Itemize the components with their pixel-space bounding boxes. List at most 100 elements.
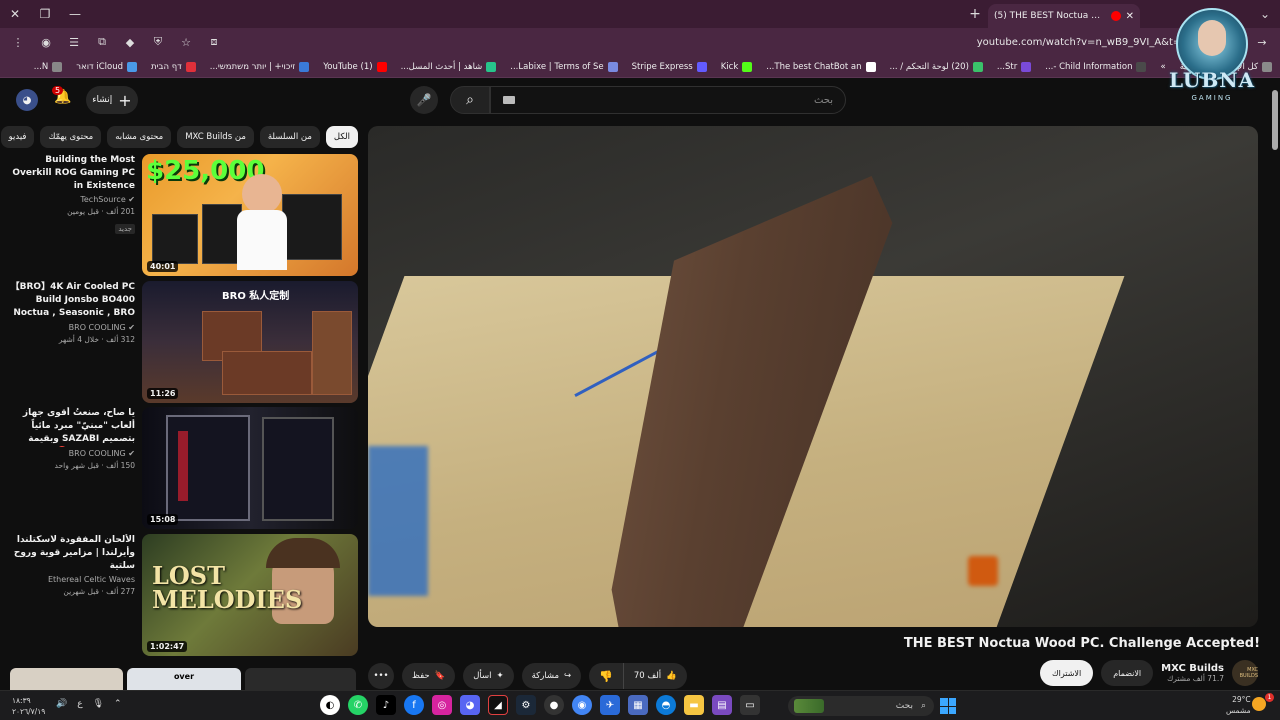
ask-button[interactable]: اسأل ✦ [463, 663, 514, 689]
facebook-icon[interactable]: f [404, 695, 424, 715]
like-button[interactable]: 70 ألف 👍 [622, 663, 687, 689]
whatsapp-icon[interactable]: ✆ [348, 695, 368, 715]
recommendation-item[interactable]: 15:08 يا صاح، صنعتُ أقوى جهاز ألعاب "مبن… [8, 407, 358, 534]
tiktok-icon[interactable]: ♪ [376, 695, 396, 715]
bookmark-item[interactable]: شاهد | أحدث المسل... [401, 61, 497, 72]
discord-icon[interactable]: ◕ [460, 695, 480, 715]
store-icon[interactable]: ▤ [712, 695, 732, 715]
keyboard-icon[interactable] [503, 96, 515, 104]
filter-chip[interactable]: الكل [325, 126, 358, 148]
subscribe-button[interactable]: الاشتراك [1040, 660, 1094, 686]
channel-name[interactable]: MXC Builds [1161, 663, 1224, 674]
video-thumbnail[interactable]: $25,000 40:01 [142, 154, 358, 276]
filter-chip[interactable]: فيديو [0, 126, 35, 148]
video-thumbnail[interactable]: LOST MELODIES 1:02:47 [142, 533, 358, 656]
app-window-icon[interactable]: ▭ [740, 695, 760, 715]
github-icon[interactable]: ◐ [320, 695, 340, 715]
filter-chip[interactable]: محتوى يهمّك [40, 126, 102, 148]
tray-chevron-icon[interactable]: ⌃ [114, 699, 122, 709]
game-launcher-icon[interactable]: ◢ [488, 695, 508, 715]
filter-chip[interactable]: من السلسلة [259, 126, 320, 148]
url-field[interactable]: youtube.com/watch?v=n_wB9_9VI_A&t=23 [232, 37, 1244, 48]
clock[interactable]: ١٨:٣٩ ٢٠٢٦/٧/١٩ [12, 695, 45, 717]
bookmark-item[interactable]: Child Information -... [1045, 61, 1147, 72]
account-avatar[interactable]: ◕ [16, 89, 38, 111]
bookmark-item[interactable]: Str... [997, 61, 1032, 72]
video-title[interactable]: Building the Most Overkill ROG Gaming PC… [8, 154, 135, 193]
bookmark-item[interactable]: Labixe | Terms of Se... [510, 61, 618, 72]
video-thumbnail[interactable] [10, 668, 124, 690]
recommendation-item[interactable]: LOST MELODIES 1:02:47 الألحان المفقودة ل… [8, 533, 358, 661]
join-button[interactable]: الانضمام [1101, 660, 1154, 686]
video-thumbnail[interactable]: over [127, 668, 241, 690]
menu-kebab-icon[interactable]: ⋮ [8, 32, 28, 52]
video-title[interactable]: يا صاح، صنعتُ أقوى جهاز ألعاب "مبنيّ" مب… [8, 407, 135, 447]
scrollbar-thumb[interactable] [1272, 90, 1278, 150]
channel-name[interactable]: Ethereal Celtic Waves [48, 575, 135, 584]
mic-tray-icon[interactable]: 🎙 [93, 699, 104, 709]
thumbnail-text: LOST MELODIES [152, 560, 303, 614]
bookmark-item[interactable]: (1) YouTube [323, 61, 387, 72]
browser-tab-active[interactable]: ✕ (5) THE BEST Noctua Wood PC. [988, 4, 1140, 28]
calculator-icon[interactable]: ▦ [628, 695, 648, 715]
extension-diamond-icon[interactable]: ◆ [120, 32, 140, 52]
edge-icon[interactable]: ◓ [656, 695, 676, 715]
bookmark-star-icon[interactable]: ☆ [176, 32, 196, 52]
save-button[interactable]: حفظ 🔖 [402, 663, 456, 689]
weather-widget[interactable]: 29°C مشمس [1226, 694, 1251, 716]
profile-icon[interactable]: ◉ [36, 32, 56, 52]
close-tab-icon[interactable]: ✕ [1126, 11, 1134, 22]
speaker-icon[interactable]: 🔊 [56, 699, 67, 709]
video-player[interactable] [368, 126, 1258, 627]
minimize-window-icon[interactable]: — [60, 0, 90, 28]
logo-sub: GAMING [1191, 94, 1233, 102]
bookmark-item[interactable]: זיכוי+ | יותר משתמשי... [210, 61, 310, 72]
file-explorer-icon[interactable]: ▬ [684, 695, 704, 715]
channel-avatar[interactable]: MXC BUILDS [1232, 660, 1258, 686]
video-title[interactable]: 【BRO】4K Air Cooled PC Build Jonsbo BO400… [8, 281, 135, 321]
voice-search-mic-icon[interactable]: 🎤 [410, 86, 438, 114]
dislike-button[interactable]: 👎 [589, 663, 623, 689]
taskbar-search[interactable]: بحث ⌕ [788, 696, 934, 716]
recommendation-item[interactable]: $25,000 40:01 Building the Most Overkill… [8, 154, 358, 281]
video-title[interactable]: الألحان المفقودة لاسكتلندا وأيرلندا | مز… [8, 534, 135, 573]
vpn-icon[interactable]: ✈ [600, 695, 620, 715]
channel-name[interactable]: TechSource [80, 195, 125, 204]
filter-chip[interactable]: محتوى مشابه [107, 126, 172, 148]
video-thumbnail[interactable] [244, 668, 356, 690]
close-window-icon[interactable]: ✕ [0, 0, 30, 28]
recommendation-item[interactable]: BRO 私人定制 11:26 【BRO】4K Air Cooled PC Bui… [8, 280, 358, 408]
bookmark-item[interactable]: iCloud דואר [76, 61, 138, 72]
more-actions-button[interactable]: ••• [368, 663, 394, 689]
search-input[interactable]: بحث [490, 86, 846, 114]
cast-icon[interactable]: ⧈ [204, 32, 224, 52]
reading-list-icon[interactable]: ☰ [64, 32, 84, 52]
notifications-bell-icon[interactable]: 🔔 5 [52, 86, 74, 109]
language-indicator[interactable]: ع [77, 699, 82, 709]
windows-start-icon[interactable] [940, 698, 956, 714]
share-button[interactable]: مشاركة ↪ [521, 663, 582, 689]
bookmark-item[interactable]: N... [34, 61, 63, 72]
bookmark-item[interactable]: The best ChatBot an... [766, 61, 876, 72]
filter-chip[interactable]: من MXC Builds [177, 126, 254, 148]
page-scrollbar[interactable] [1270, 80, 1280, 690]
notification-count-badge: 5 [52, 86, 64, 95]
search-icon[interactable]: ⌕ [450, 86, 490, 114]
channel-name[interactable]: BRO COOLING [69, 449, 126, 458]
video-thumbnail[interactable]: 15:08 [142, 407, 358, 529]
create-button[interactable]: إنشاء + [86, 86, 138, 114]
steam-icon[interactable]: ⚙ [516, 695, 536, 715]
video-thumbnail[interactable]: BRO 私人定制 11:26 [142, 280, 358, 403]
bookmark-item[interactable]: Stripe Express [632, 61, 707, 72]
extension-shield-icon[interactable]: ⛨ [148, 32, 168, 52]
bookmark-item[interactable]: (20) لوحة التحكم / ... [890, 61, 983, 72]
bookmark-item[interactable]: Kick [721, 61, 753, 72]
new-tab-button[interactable]: + [962, 6, 988, 22]
extensions-icon[interactable]: ⧉ [92, 32, 112, 52]
restore-window-icon[interactable]: ❐ [30, 0, 60, 28]
instagram-icon[interactable]: ◎ [432, 695, 452, 715]
channel-name[interactable]: BRO COOLING [69, 323, 126, 332]
chrome-icon[interactable]: ◉ [572, 695, 592, 715]
app-icon[interactable]: ● [544, 695, 564, 715]
bookmark-item[interactable]: דף הבית [151, 61, 196, 72]
